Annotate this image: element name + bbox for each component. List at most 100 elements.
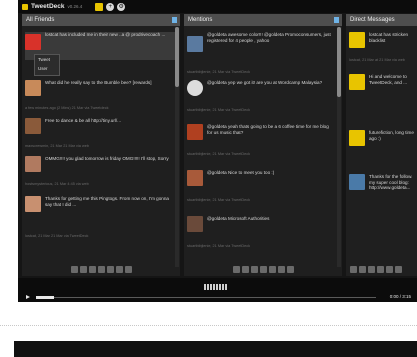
tweet-meta: lostcat, 21 Mar at 21 Mar via web: [349, 58, 405, 62]
gear-icon[interactable]: ⚙: [117, 2, 126, 11]
tweet-item[interactable]: Thanks for the follow. my super cool blo…: [349, 174, 417, 204]
tweet-meta: stuartbibjlenie, 21 Mar via TweetDeck: [187, 244, 251, 248]
tweet-item[interactable]: @goldeta yep we got it! are you at Wordc…: [187, 80, 337, 100]
tweet-item[interactable]: Hi and welcome to TweetDeck, and ...: [349, 74, 417, 104]
avatar[interactable]: [187, 124, 203, 140]
retweet-icon[interactable]: [88, 266, 96, 273]
avatar[interactable]: [187, 170, 203, 186]
retweet-icon[interactable]: [368, 266, 375, 273]
divider: [0, 325, 417, 326]
bottom-bar: 0:00 / 3:15: [18, 278, 417, 302]
reply-icon[interactable]: [359, 266, 366, 273]
avatar[interactable]: [187, 80, 203, 96]
column-header: Mentions: [184, 14, 342, 26]
tweet-meta: stuartbibjlenie, 21 Mar via TweetDeck: [187, 152, 251, 156]
plus-icon[interactable]: +: [106, 2, 115, 11]
avatar[interactable]: [349, 32, 365, 48]
tweet-text: Hi and welcome to TweetDeck, and ...: [369, 74, 408, 85]
app-version: v0.26.4: [67, 4, 83, 9]
close-column-icon[interactable]: [286, 266, 294, 273]
favorite-icon[interactable]: [268, 266, 276, 273]
tweet-meta: stuartbibjlenie, 21 Mar via TweetDeck: [187, 108, 251, 112]
direct-message-icon[interactable]: [377, 266, 384, 273]
refresh-icon[interactable]: [350, 266, 357, 273]
tweet-item[interactable]: Free to dance & be all http://tiny.url/.…: [25, 118, 175, 138]
avatar[interactable]: [187, 36, 203, 52]
tweet-item[interactable]: What did he really say to the Bumble bee…: [25, 80, 175, 100]
column-scrollbar[interactable]: [337, 27, 341, 267]
tweet-item[interactable]: OMMG!!!! you glad tomorrow is friday OMG…: [25, 156, 175, 176]
avatar[interactable]: [25, 196, 41, 212]
tweet-context-menu[interactable]: Tweet User: [34, 54, 60, 76]
tweet-text: lostcat has included me in their new ..a…: [45, 32, 166, 37]
retweet-icon[interactable]: [250, 266, 258, 273]
filter-icon[interactable]: [277, 266, 285, 273]
tweet-meta: a few minutes ago (2 Mins) 21 Mar via Tw…: [25, 106, 109, 110]
avatar[interactable]: [25, 80, 41, 96]
avatar[interactable]: [349, 130, 365, 146]
tweet-text: @goldeta yep we got it! are you at Wordc…: [207, 80, 323, 85]
tweet-text: Free to dance & be all http://tiny.url/.…: [45, 118, 122, 123]
tweetdeck-logo-icon: [22, 3, 28, 10]
app-title: TweetDeck: [31, 3, 65, 10]
column-title: All Friends: [26, 17, 55, 23]
column-settings-icon[interactable]: [172, 17, 177, 23]
column-direct-messages: Direct Messages lostcat has stricken bla…: [346, 14, 417, 276]
favorite-icon[interactable]: [386, 266, 393, 273]
close-column-icon[interactable]: [124, 266, 132, 273]
tweet-meta: maxscrewmin, 21 Mar 21 Mar via web: [25, 144, 89, 148]
column-settings-icon[interactable]: [334, 17, 339, 23]
avatar[interactable]: [349, 174, 365, 190]
app-toolbar: TweetDeck v0.26.4 + ⚙: [18, 0, 417, 13]
scroll-thumb[interactable]: [337, 27, 341, 97]
direct-message-icon[interactable]: [259, 266, 267, 273]
seek-track[interactable]: [36, 297, 376, 298]
tweet-meta: stuartbibjlenie, 21 Mar via TweetDeck: [187, 70, 251, 74]
tweet-item[interactable]: @goldeta awesome color!!! @goldeta Promo…: [187, 32, 337, 62]
avatar[interactable]: [25, 156, 41, 172]
column-all-friends: All Friends lostcat has included me in t…: [22, 14, 180, 276]
filter-icon[interactable]: [115, 266, 123, 273]
tweet-text: @goldeta Microsoft Authorities: [207, 216, 270, 221]
column-scrollbar[interactable]: [175, 27, 179, 267]
video-time: 0:00 / 3:15: [389, 294, 411, 299]
tweet-text: @goldeta Nice to meet you too :): [207, 170, 275, 175]
column-title: Mentions: [188, 17, 213, 23]
tweet-text: Thanks for getting me this Pingtogs. Fro…: [45, 196, 169, 207]
tweet-item[interactable]: futurefiction, long time ago :): [349, 130, 417, 150]
avatar[interactable]: [349, 74, 365, 90]
tweetdeck-window: TweetDeck v0.26.4 + ⚙ All Friends lostca…: [18, 0, 417, 302]
reply-icon[interactable]: [241, 266, 249, 273]
column-pager[interactable]: [204, 284, 227, 290]
column-footer-toolbar: [184, 266, 342, 273]
tweet-meta: stuartbibjlenie, 21 Mar via TweetDeck: [187, 198, 251, 202]
avatar[interactable]: [25, 118, 41, 134]
context-menu-item[interactable]: User: [35, 64, 59, 73]
tweet-item[interactable]: @goldeta Microsoft Authorities: [187, 216, 337, 236]
column-title: Direct Messages: [350, 17, 395, 23]
favorite-icon[interactable]: [106, 266, 114, 273]
tweet-meta: lostcat, 21 Mar 21 Mar via TweetDeck: [25, 234, 89, 238]
seek-progress: [36, 296, 54, 299]
refresh-icon[interactable]: [232, 266, 240, 273]
tweet-text: futurefiction, long time ago :): [369, 130, 414, 141]
tweet-item[interactable]: lostcat has stricken blacklist: [349, 32, 417, 52]
avatar[interactable]: [25, 34, 41, 50]
next-screenshot-strip: [14, 341, 417, 357]
scroll-thumb[interactable]: [175, 27, 179, 87]
tweet-item[interactable]: @goldeta Nice to meet you too :): [187, 170, 337, 190]
direct-message-icon[interactable]: [97, 266, 105, 273]
column-mentions: Mentions @goldeta awesome color!!! @gold…: [184, 14, 342, 276]
tweet-item[interactable]: Thanks for getting me this Pingtogs. Fro…: [25, 196, 175, 228]
refresh-icon[interactable]: [70, 266, 78, 273]
tweet-item[interactable]: @goldeta yeah thats going to be a 6 coff…: [187, 124, 337, 144]
tweet-meta: hostsmysterious, 21 Mar 4:45 via web: [25, 182, 89, 186]
avatar[interactable]: [187, 216, 203, 232]
context-menu-item[interactable]: Tweet: [35, 55, 59, 64]
compose-icon[interactable]: [95, 2, 104, 11]
video-seek-bar[interactable]: 0:00 / 3:15: [22, 294, 413, 301]
play-icon[interactable]: [26, 295, 30, 299]
filter-icon[interactable]: [395, 266, 402, 273]
tweet-text: OMMG!!!! you glad tomorrow is friday OMG…: [45, 156, 169, 161]
reply-icon[interactable]: [79, 266, 87, 273]
